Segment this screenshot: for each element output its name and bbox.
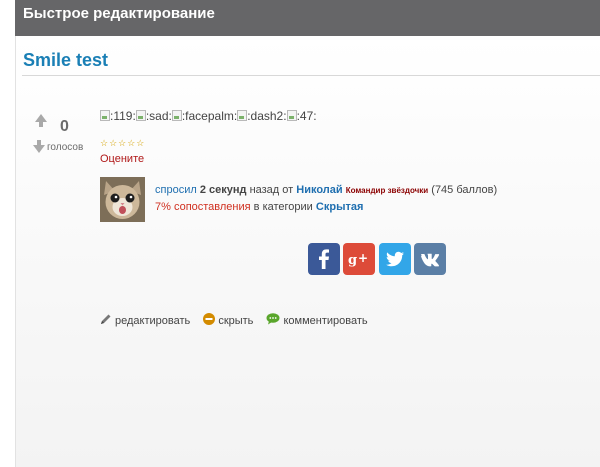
comment-icon — [266, 313, 280, 328]
category-meta: 7% сопоставления в категории Скрытая — [155, 201, 363, 213]
quick-edit-bar: Быстрое редактирование — [15, 0, 600, 36]
broken-image-icon — [171, 110, 182, 121]
edit-action[interactable]: редактировать — [100, 313, 190, 328]
smile-code: :119: — [110, 109, 136, 123]
question-body: :119: :sad: :facepalm: :dash2: :47: — [100, 109, 317, 123]
smile-code: :47: — [296, 109, 317, 123]
quick-edit-title: Быстрое редактирование — [23, 5, 215, 22]
pencil-icon — [100, 313, 112, 328]
rating-stars[interactable]: ☆☆☆☆☆ — [100, 138, 145, 149]
category-link[interactable]: Скрытая — [316, 201, 364, 213]
comment-action[interactable]: комментировать — [266, 313, 368, 328]
avatar[interactable] — [100, 177, 145, 222]
vote-count: 0 — [60, 118, 69, 135]
share-facebook-button[interactable] — [308, 243, 340, 275]
asked-link[interactable]: спросил — [155, 184, 197, 196]
broken-image-icon — [286, 110, 297, 121]
user-link[interactable]: Николай — [296, 184, 342, 196]
broken-image-icon — [135, 110, 146, 121]
edit-label: редактировать — [115, 314, 191, 327]
broken-image-icon — [237, 110, 248, 121]
hide-label: скрыть — [218, 314, 254, 327]
cat-avatar-image — [100, 177, 145, 222]
vote-down-icon[interactable] — [33, 145, 45, 153]
google-plus-icon: g + — [348, 251, 368, 268]
divider — [22, 75, 600, 76]
svg-text:g: g — [348, 253, 357, 268]
twitter-icon — [386, 251, 404, 267]
smile-code: :facepalm: — [181, 109, 238, 123]
asked-by-label: назад от — [249, 184, 294, 196]
hide-icon — [203, 313, 216, 328]
user-rank: Командир звёздочки — [345, 186, 429, 195]
in-category-label: в категории — [253, 201, 313, 213]
vote-up-stem[interactable] — [39, 121, 43, 127]
match-percent: 7% сопоставления — [155, 201, 251, 213]
question-title[interactable]: Smile test — [23, 50, 108, 71]
vk-icon — [421, 253, 440, 267]
hide-action[interactable]: скрыть — [203, 313, 253, 328]
broken-image-icon — [100, 110, 110, 121]
comment-label: комментировать — [283, 314, 368, 327]
smile-code: :dash2: — [247, 109, 287, 123]
smile-code: :sad: — [145, 109, 172, 123]
user-points: (745 баллов) — [431, 184, 498, 196]
share-google-plus-button[interactable]: g + — [343, 243, 375, 275]
asked-time: 2 секунд — [199, 184, 247, 196]
vote-label: голосов — [47, 142, 84, 153]
share-twitter-button[interactable] — [379, 243, 411, 275]
svg-text:+: + — [358, 251, 368, 265]
share-vk-button[interactable] — [414, 243, 446, 275]
rate-link[interactable]: Оцените — [100, 153, 144, 165]
facebook-icon — [319, 249, 329, 269]
asked-meta: спросил 2 секунд назад от Николай Команд… — [155, 184, 497, 196]
question-actions: редактировать скрыть комментировать — [100, 313, 378, 328]
